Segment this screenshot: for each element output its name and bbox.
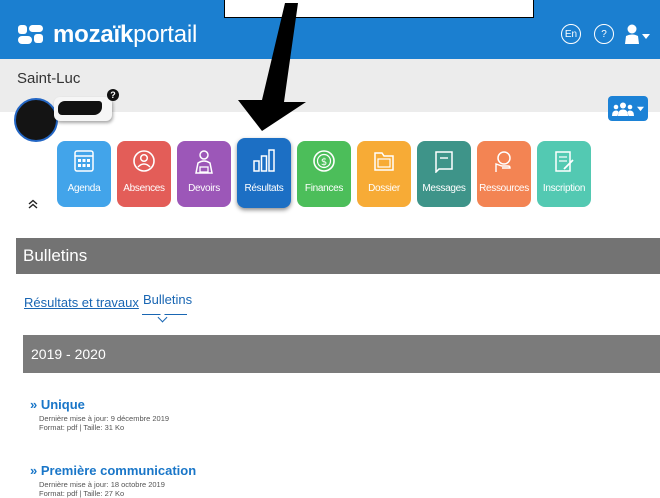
user-icon [625, 24, 639, 44]
tile-label: Absences [123, 183, 165, 194]
annotation-box [224, 0, 534, 18]
folder-icon [374, 152, 394, 171]
document-link-unique[interactable]: » Unique [30, 397, 85, 412]
tile-absences[interactable]: Absences [117, 141, 171, 207]
message-icon [435, 151, 453, 173]
tab-bulletins[interactable]: Bulletins [143, 292, 192, 307]
tab-results-and-work[interactable]: Résultats et travaux [24, 295, 139, 310]
document-format: Format: pdf | Taille: 31 Ko [39, 423, 125, 432]
section-header: Bulletins [16, 238, 660, 274]
document-updated: Dernière mise à jour: 9 décembre 2019 [39, 414, 170, 423]
tile-inscription[interactable]: Inscription [537, 141, 591, 207]
school-year-label: 2019 - 2020 [31, 346, 106, 362]
tile-messages[interactable]: Messages [417, 141, 471, 207]
coin-icon: $ [313, 150, 335, 172]
people-group-icon [612, 102, 634, 116]
tile-finances[interactable]: $ Finances [297, 141, 351, 207]
document-updated: Dernière mise à jour: 18 octobre 2019 [39, 480, 165, 489]
student-avatar[interactable] [14, 98, 58, 142]
caret-down-icon [637, 106, 644, 112]
tile-label: Finances [304, 183, 344, 194]
svg-text:$: $ [321, 157, 327, 168]
document-link-premiere-communication[interactable]: » Première communication [30, 463, 196, 478]
person-circle-icon [133, 150, 155, 172]
tile-resultats[interactable]: Résultats [237, 138, 291, 208]
calendar-icon [74, 150, 94, 172]
brand-name-bold: mozaïk [53, 21, 134, 48]
brand-name-light: portail [133, 21, 198, 48]
collapse-chevrons-icon[interactable] [28, 198, 38, 212]
school-name: Saint-Luc [17, 70, 81, 87]
tile-label: Devoirs [188, 183, 220, 194]
caret-down-icon [642, 34, 650, 39]
school-year-bar[interactable]: 2019 - 2020 [23, 335, 660, 373]
form-icon [555, 151, 574, 172]
logo-mark-icon [18, 24, 44, 46]
help-badge-icon[interactable]: ? [107, 89, 119, 101]
tile-devoirs[interactable]: Devoirs [177, 141, 231, 207]
tile-label: Résultats [244, 183, 284, 194]
language-button[interactable]: En [561, 24, 581, 44]
document-meta: Dernière mise à jour: 9 décembre 2019 Fo… [39, 414, 169, 432]
document-format: Format: pdf | Taille: 27 Ko [39, 489, 125, 498]
mozaik-logo[interactable]: mozaïkportail [18, 22, 197, 48]
tile-label: Messages [422, 183, 466, 194]
help-button[interactable]: ? [594, 24, 614, 44]
group-menu-button[interactable] [608, 96, 648, 121]
tile-label: Dossier [368, 183, 400, 194]
student-icon [195, 150, 213, 174]
tile-agenda[interactable]: Agenda [57, 141, 111, 207]
document-meta: Dernière mise à jour: 18 octobre 2019 Fo… [39, 480, 165, 498]
user-menu-button[interactable] [624, 24, 650, 44]
tile-dossier[interactable]: Dossier [357, 141, 411, 207]
redacted-student-name [58, 101, 102, 115]
hand-coin-icon [495, 151, 511, 172]
section-title: Bulletins [23, 246, 88, 265]
tile-ressources[interactable]: Ressources [477, 141, 531, 207]
tile-label: Ressources [479, 183, 529, 194]
tile-label: Agenda [67, 183, 101, 194]
tile-label: Inscription [542, 183, 586, 194]
bar-chart-icon [253, 149, 275, 172]
